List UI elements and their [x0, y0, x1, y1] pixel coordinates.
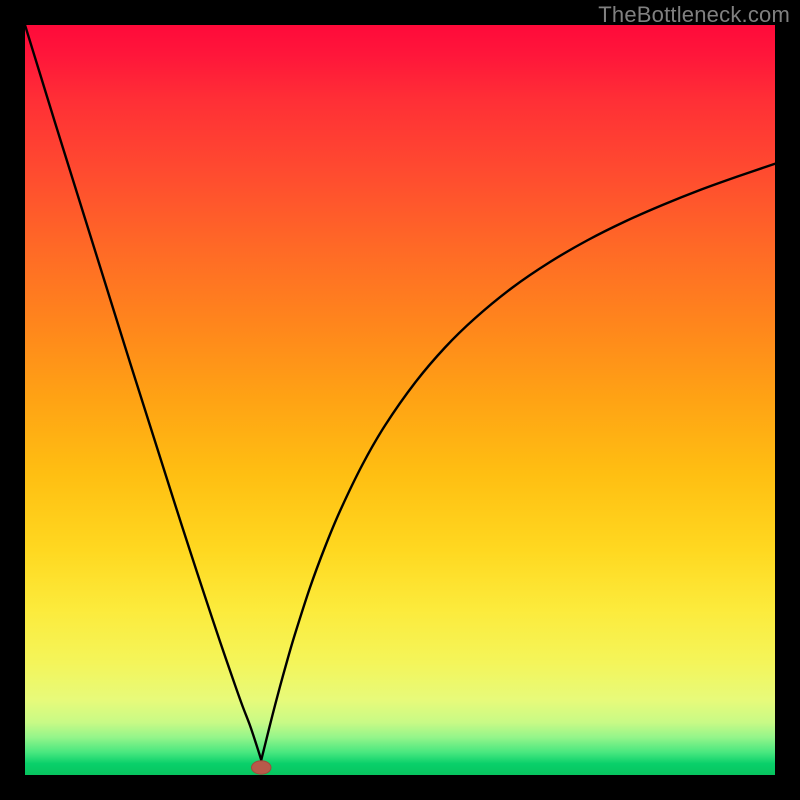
chart-frame: TheBottleneck.com	[0, 0, 800, 800]
curve-right-branch	[261, 164, 775, 760]
curve-svg	[25, 25, 775, 775]
minimum-marker	[252, 761, 272, 775]
plot-area	[25, 25, 775, 775]
curve-left-branch	[25, 25, 261, 760]
